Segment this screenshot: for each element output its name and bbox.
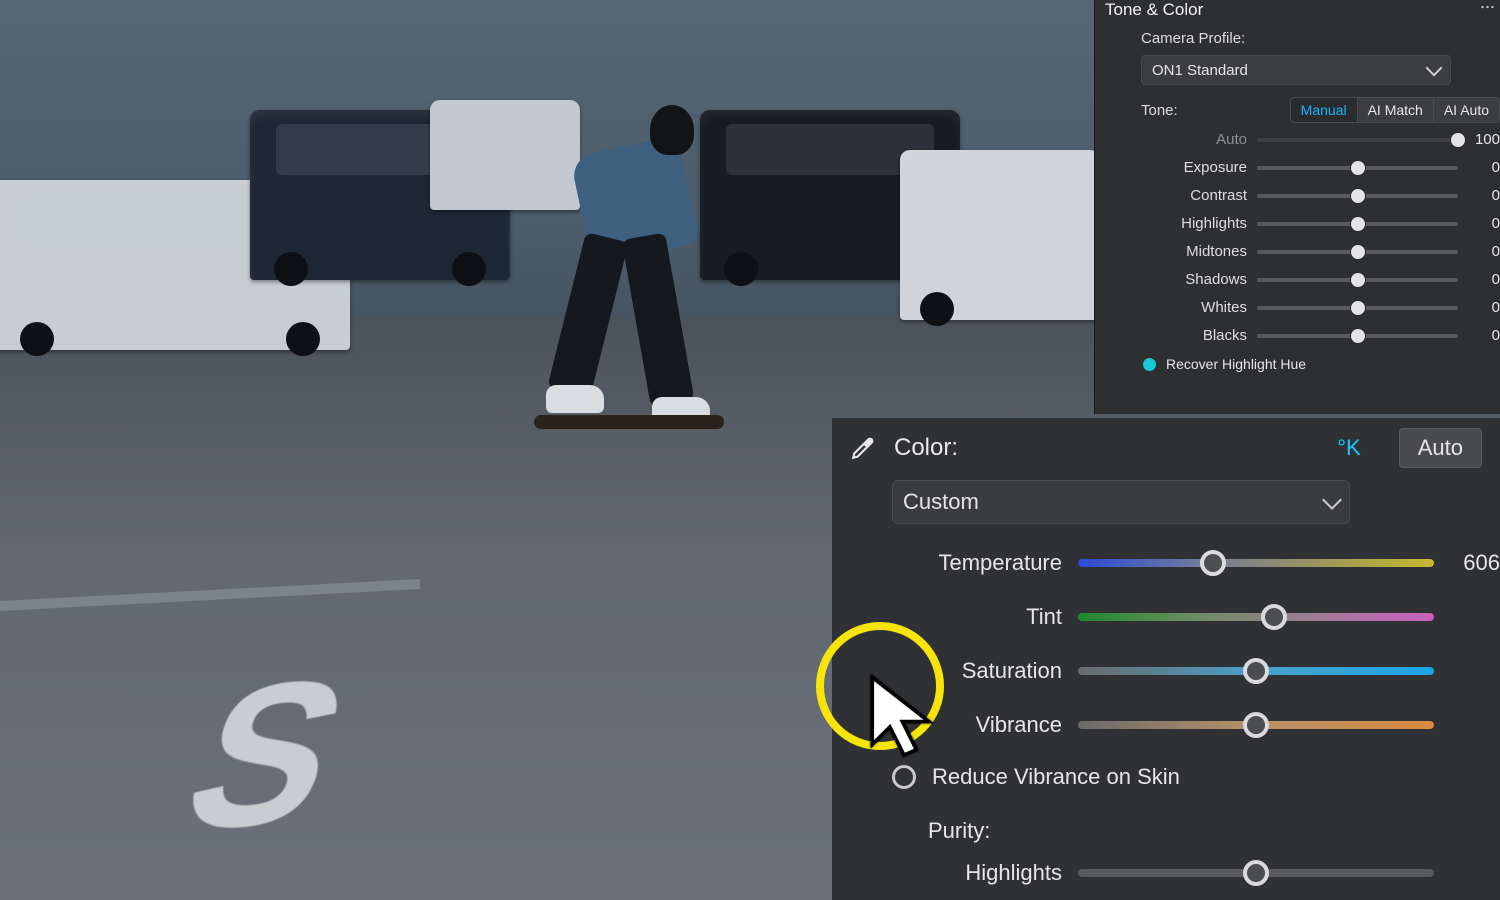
slider-auto: Auto 100: [1141, 131, 1500, 148]
slider-vibrance: Vibrance: [892, 712, 1500, 738]
slider-auto-thumb[interactable]: [1450, 132, 1466, 148]
panel-title: Tone & Color: [1105, 0, 1203, 20]
slider-highlights: Highlights 0: [1141, 215, 1500, 232]
tone-mode-aimatch[interactable]: AI Match: [1358, 97, 1434, 123]
white-balance-preset-value: Custom: [903, 489, 979, 515]
photo-car: [900, 150, 1100, 320]
checkbox-icon: [892, 765, 916, 789]
panel-options-icon[interactable]: [1480, 4, 1494, 10]
white-balance-preset-dropdown[interactable]: Custom: [892, 480, 1350, 524]
tone-mode-group: Manual AI Match AI Auto: [1290, 97, 1500, 123]
purity-section-label: Purity:: [928, 818, 1500, 844]
photo-skater: [540, 85, 740, 425]
color-section-title: Color:: [894, 434, 958, 462]
slider-blacks: Blacks 0: [1141, 327, 1500, 344]
reduce-vibrance-skin-checkbox[interactable]: Reduce Vibrance on Skin: [892, 764, 1500, 790]
chevron-down-icon: [1426, 60, 1443, 77]
slider-shadows: Shadows 0: [1141, 271, 1500, 288]
kelvin-toggle[interactable]: °K: [1331, 433, 1366, 463]
slider-saturation: Saturation: [892, 658, 1500, 684]
eyedropper-icon[interactable]: [850, 435, 876, 461]
tone-mode-manual[interactable]: Manual: [1290, 97, 1358, 123]
tone-label: Tone:: [1141, 102, 1178, 119]
slider-whites: Whites 0: [1141, 299, 1500, 316]
slider-exposure: Exposure 0: [1141, 159, 1500, 176]
camera-profile-label: Camera Profile:: [1141, 30, 1500, 47]
color-auto-button[interactable]: Auto: [1399, 428, 1482, 468]
slider-tint: Tint: [892, 604, 1500, 630]
slider-purity-highlights: Highlights: [892, 860, 1500, 886]
toggle-dot-icon: [1143, 358, 1156, 371]
recover-highlight-hue-toggle[interactable]: Recover Highlight Hue: [1143, 356, 1500, 372]
slider-temperature: Temperature 606: [892, 550, 1500, 576]
slider-auto-track[interactable]: [1257, 138, 1458, 142]
tone-mode-aiauto[interactable]: AI Auto: [1434, 97, 1500, 123]
temperature-value: 606: [1444, 550, 1500, 576]
slider-midtones: Midtones 0: [1141, 243, 1500, 260]
camera-profile-dropdown[interactable]: ON1 Standard: [1141, 55, 1451, 85]
slider-auto-value: 100: [1464, 131, 1500, 148]
tone-color-panel: Tone & Color Camera Profile: ON1 Standar…: [1094, 0, 1500, 414]
color-panel: Color: °K Auto Custom Temperature 606 Ti…: [832, 418, 1500, 900]
camera-profile-value: ON1 Standard: [1152, 62, 1248, 79]
slider-contrast: Contrast 0: [1141, 187, 1500, 204]
chevron-down-icon: [1322, 490, 1342, 510]
